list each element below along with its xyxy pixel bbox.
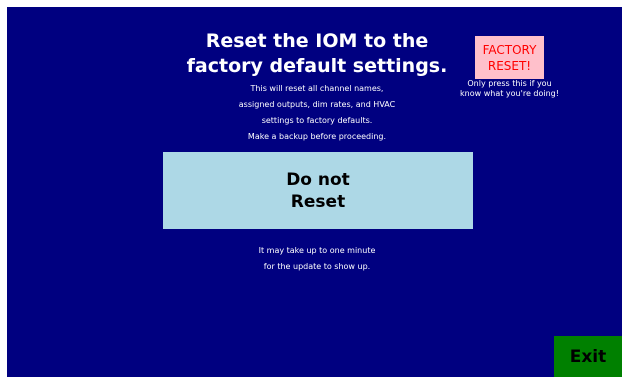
title-line-1: Reset the IOM to the [205, 30, 429, 52]
warning-line-1: Only press this if you [467, 79, 552, 88]
factory-reset-label-line-2: RESET! [487, 58, 532, 73]
note-line-1: It may take up to one minute [258, 246, 376, 255]
exit-label: Exit [569, 346, 607, 367]
description-line-4: Make a backup before proceeding. [247, 132, 387, 141]
factory-reset-button[interactable]: FACTORY RESET! [475, 36, 544, 79]
description-line-3: settings to factory defaults. [261, 116, 373, 125]
do-not-reset-label-line-2: Reset [290, 191, 346, 212]
update-note: It may take up to one minute for the upd… [157, 243, 477, 275]
factory-reset-warning: Only press this if you know what you're … [447, 79, 572, 99]
exit-button[interactable]: Exit [554, 336, 622, 377]
reset-description: This will reset all channel names, assig… [157, 81, 477, 145]
description-line-2: assigned outputs, dim rates, and HVAC [238, 100, 396, 109]
description-line-1: This will reset all channel names, [250, 84, 384, 93]
do-not-reset-label-line-1: Do not [286, 169, 350, 190]
factory-reset-label-line-1: FACTORY [482, 42, 537, 57]
reset-screen: Reset the IOM to the factory default set… [7, 7, 622, 377]
title-line-2: factory default settings. [186, 55, 448, 77]
warning-line-2: know what you're doing! [460, 89, 559, 98]
page-title: Reset the IOM to the factory default set… [157, 29, 477, 79]
do-not-reset-button[interactable]: Do not Reset [163, 152, 473, 229]
note-line-2: for the update to show up. [263, 262, 371, 271]
